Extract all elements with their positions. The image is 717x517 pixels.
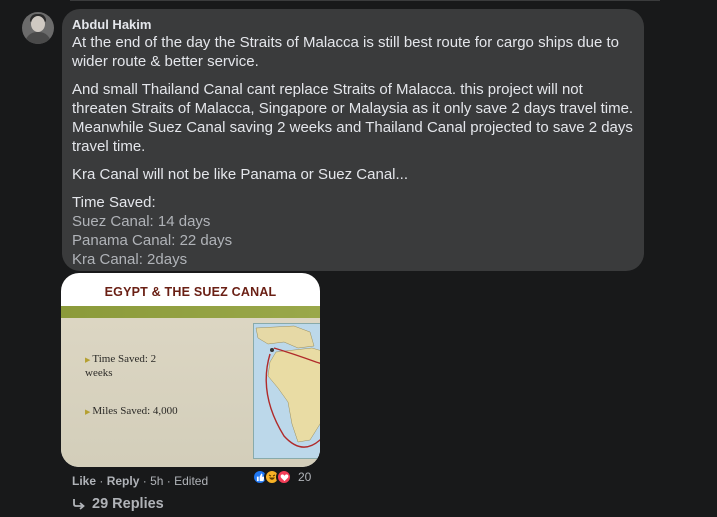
list-item: Suez Canal: 14 days	[72, 213, 211, 230]
view-replies-button[interactable]: 29 Replies	[72, 496, 164, 512]
comment-author[interactable]: Abdul Hakim	[72, 17, 634, 33]
timestamp[interactable]: 5h	[150, 474, 163, 488]
slide-title: EGYPT & THE SUEZ CANAL	[104, 285, 277, 299]
reply-arrow-icon	[73, 499, 85, 510]
list-item: Panama Canal: 22 days	[72, 232, 233, 249]
route-map	[253, 323, 320, 459]
comment-paragraph: Kra Canal will not be like Panama or Sue…	[72, 166, 409, 183]
edited-label[interactable]: Edited	[174, 474, 208, 488]
like-link[interactable]: Like	[72, 474, 96, 488]
replies-label: 29 Replies	[92, 496, 164, 512]
comment-actions: Like · Reply · 5h · Edited	[72, 474, 209, 488]
comment-bubble: Abdul Hakim At the end of the day the St…	[62, 9, 644, 271]
list-item: Kra Canal: 2days	[72, 251, 188, 268]
comment-text: At the end of the day the Straits of Mal…	[72, 33, 634, 269]
avatar[interactable]	[22, 12, 54, 44]
love-reaction-icon	[276, 469, 292, 485]
slide-bullet: ▶ Miles Saved: 4,000	[85, 405, 178, 417]
reply-link[interactable]: Reply	[107, 474, 140, 488]
slide-band	[61, 306, 320, 318]
divider	[70, 0, 660, 1]
slide-bullet: ▶ Time Saved: 2 weeks	[85, 353, 157, 379]
time-saved-heading: Time Saved:	[72, 194, 156, 211]
comment-paragraph: And small Thailand Canal cant replace St…	[72, 81, 634, 155]
reactions-summary[interactable]: 20	[252, 468, 311, 486]
reaction-count: 20	[298, 470, 312, 484]
comment-paragraph: At the end of the day the Straits of Mal…	[72, 34, 619, 70]
attached-image[interactable]: EGYPT & THE SUEZ CANAL ▶ Time Saved: 2 we…	[61, 273, 320, 467]
